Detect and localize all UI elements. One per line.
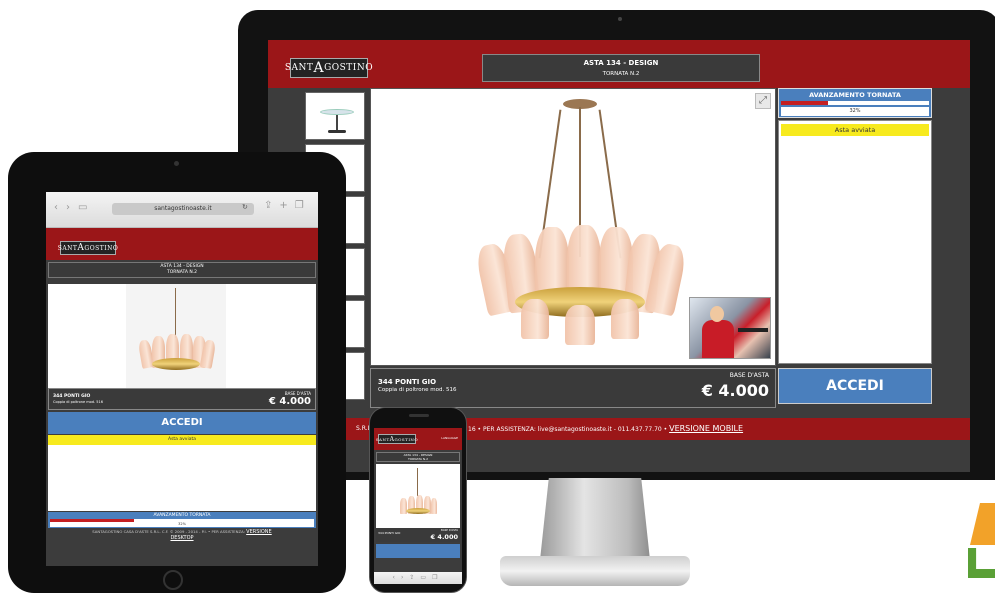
phone-auction-title: ASTA 134 - DESIGN TORNATA N.2 [376, 452, 460, 462]
corner-logo-fragment [968, 548, 995, 578]
chandelier-image [398, 468, 438, 524]
progress-label: AVANZAMENTO TORNATA [809, 91, 901, 99]
chandelier-image [136, 288, 217, 384]
tablet-status-banner: Asta avviata [48, 435, 316, 445]
lot-title: 344 PONTI GIO [378, 378, 437, 386]
tablet-auction-title: ASTA 134 - DESIGN TORNATA N.2 [48, 262, 316, 278]
lot-thumbnail[interactable] [305, 92, 365, 140]
tablet-auction-log: Asta avviata [48, 435, 316, 511]
tabs-icon[interactable]: ❐ [432, 574, 443, 581]
lot-info-bar: 344 PONTI GIO Coppia di poltrone mod. 51… [370, 368, 776, 408]
mobile-version-link[interactable]: VERSIONE MOBILE [669, 424, 743, 433]
tabs-icon[interactable]: ❐ [295, 200, 311, 211]
lot-main-image: ⤢ [370, 88, 776, 366]
back-icon[interactable]: ‹ [54, 202, 66, 213]
tablet-session-progress: AVANZAMENTO TORNATA 32% [48, 512, 316, 528]
chandelier-image [474, 99, 688, 349]
tablet-login-button[interactable]: ACCEDI [48, 412, 316, 434]
devices-showcase: SANT A GOSTINO ASTA 134 - DESIGN TORNATA N… [0, 0, 995, 593]
home-button[interactable] [163, 570, 183, 590]
share-icon[interactable]: ⇪ [264, 200, 279, 211]
tablet-logo[interactable]: SANT A GOSTINO [58, 241, 118, 255]
corner-logo-fragment [970, 503, 995, 545]
camera [618, 17, 622, 21]
login-button[interactable]: ACCEDI [778, 368, 932, 404]
progress-track [781, 101, 929, 105]
reload-icon[interactable]: ↻ [242, 203, 248, 211]
auction-title-box: ASTA 134 - DESIGN TORNATA N.2 [482, 54, 760, 82]
address-bar[interactable]: santagostinoaste.it [112, 203, 254, 215]
bookmarks-icon[interactable]: ▭ [78, 202, 95, 213]
tablet-footer: SANTAGOSTINO CASA D'ASTE S.R.L. C.F. © 2… [92, 529, 272, 541]
share-icon[interactable]: ⇪ [409, 574, 420, 581]
progress-percent: 32% [781, 107, 929, 116]
desktop-logo[interactable]: SANT A GOSTINO [285, 58, 373, 78]
tablet-device: ‹›▭ santagostinoaste.it ↻ ⇪+❐ SANT A GOSTI… [8, 152, 346, 593]
bookmarks-icon[interactable]: ▭ [420, 574, 432, 581]
auction-log-panel: Asta avviata [778, 120, 932, 364]
progress-fill [781, 101, 829, 105]
add-icon[interactable]: + [279, 200, 294, 211]
auction-title: ASTA 134 - DESIGN [583, 59, 659, 67]
back-icon[interactable]: ‹ [393, 574, 401, 581]
desktop-version-link-2[interactable]: DESKTOP [170, 535, 193, 541]
language-selector[interactable]: LANGUAGE [441, 436, 458, 440]
lot-description: Coppia di poltrone mod. 516 [378, 387, 457, 393]
base-price-value: € 4.000 [701, 381, 769, 400]
base-price-label: BASE D'ASTA [729, 372, 769, 379]
desktop-monitor: SANT A GOSTINO ASTA 134 - DESIGN TORNATA N… [238, 10, 995, 480]
phone-device: SANT A GOSTINO LANGUAGE ASTA 134 - DESIGN … [369, 407, 467, 593]
auctioneer-video[interactable] [689, 297, 771, 359]
phone-browser-toolbar: ‹›⇪▭❐ [374, 572, 462, 584]
phone-lot-info: 344 PONTI GIO BASE D'ASTA € 4.000 [376, 528, 460, 542]
footer-support: 16 • PER ASSISTENZA: live@santagostinoas… [468, 426, 668, 433]
session-progress: AVANZAMENTO TORNATA 32% [778, 88, 932, 118]
status-banner: Asta avviata [781, 124, 929, 136]
forward-icon[interactable]: › [66, 202, 78, 213]
desktop-screen: SANT A GOSTINO ASTA 134 - DESIGN TORNATA N… [268, 40, 970, 472]
desktop-version-link[interactable]: VERSIONE [246, 529, 272, 535]
phone-screen: SANT A GOSTINO LANGUAGE ASTA 134 - DESIGN … [374, 428, 462, 584]
tablet-screen: ‹›▭ santagostinoaste.it ↻ ⇪+❐ SANT A GOSTI… [46, 192, 318, 566]
tablet-lot-image [48, 284, 316, 388]
phone-offer-button[interactable] [376, 544, 460, 558]
phone-lot-image [376, 464, 460, 528]
browser-toolbar: ‹›▭ santagostinoaste.it ↻ ⇪+❐ [46, 192, 318, 228]
tablet-lot-info: 344 PONTI GIO Coppia di poltrone mod. 51… [48, 388, 316, 410]
session-label: TORNATA N.2 [602, 71, 640, 77]
expand-icon[interactable]: ⤢ [755, 93, 771, 109]
monitor-stand-base [500, 556, 690, 586]
phone-logo[interactable]: SANT A GOSTINO [376, 434, 418, 444]
monitor-stand [540, 478, 650, 560]
